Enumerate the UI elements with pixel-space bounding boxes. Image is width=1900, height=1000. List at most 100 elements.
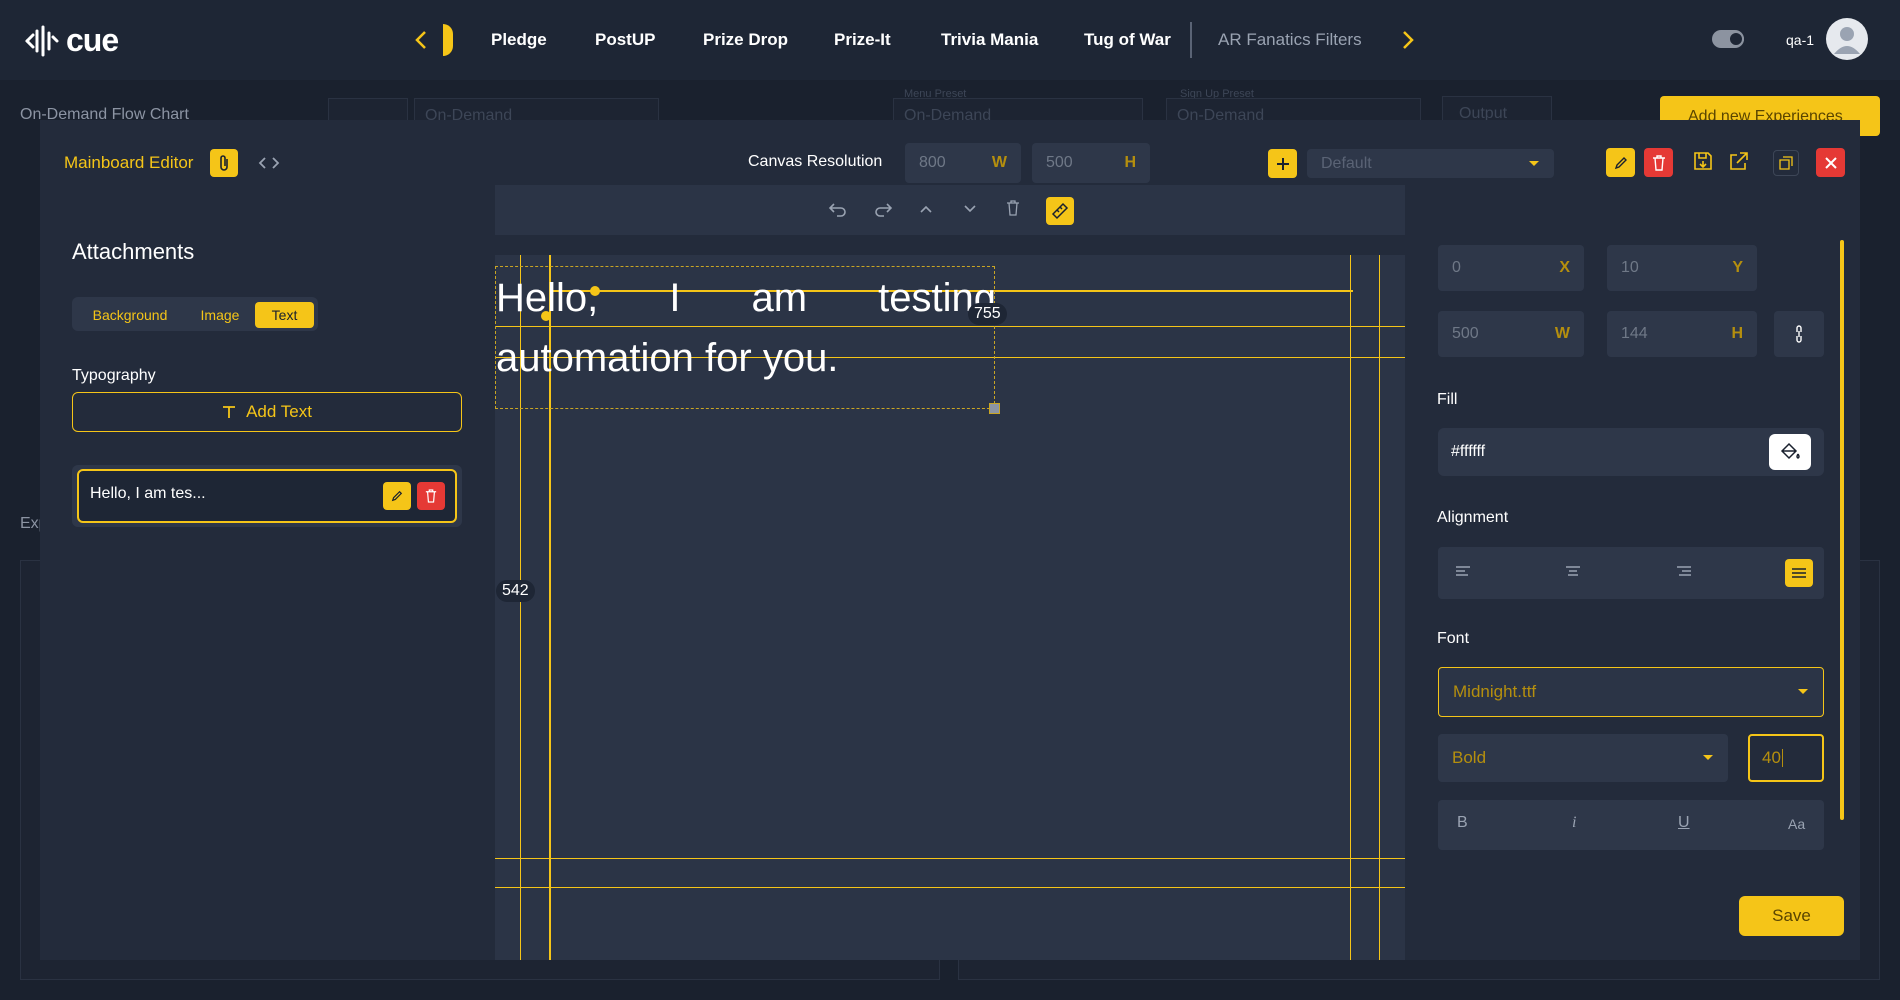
size-height-unit: H — [1731, 325, 1743, 342]
rotate-handle[interactable] — [590, 286, 600, 296]
code-view-button[interactable] — [258, 154, 280, 172]
align-center-icon — [1566, 566, 1580, 576]
anchor-handle[interactable] — [541, 311, 551, 321]
canvas-width-value: 800 — [919, 154, 946, 171]
user-avatar[interactable] — [1826, 18, 1868, 60]
close-icon — [1824, 156, 1837, 169]
position-y-input[interactable]: 10 Y — [1607, 245, 1757, 291]
add-preset-button[interactable] — [1268, 149, 1297, 178]
preset-select[interactable]: Default — [1307, 149, 1554, 178]
nav-item-tug-of-war[interactable]: Tug of War — [1084, 30, 1171, 50]
paint-bucket-icon — [1780, 442, 1800, 460]
pencil-icon — [391, 490, 403, 502]
aspect-lock-button[interactable] — [1774, 311, 1824, 357]
add-text-button[interactable]: Add Text — [72, 392, 462, 432]
ruler-icon — [1051, 202, 1069, 220]
redo-button[interactable] — [873, 199, 895, 221]
nav-item-pledge[interactable]: Pledge — [491, 30, 547, 50]
edit-button[interactable] — [1606, 148, 1635, 177]
ruler-toggle-button[interactable] — [1046, 197, 1074, 225]
guide-position-x-label: 755 — [968, 303, 1007, 325]
canvas-height-input[interactable]: 500 H — [1032, 143, 1150, 183]
user-name: qa-1 — [1786, 32, 1815, 48]
canvas-width-input[interactable]: 800 W — [905, 143, 1021, 183]
resize-handle[interactable] — [989, 403, 1000, 414]
trash-icon — [1007, 200, 1019, 216]
share-button[interactable] — [1728, 150, 1752, 174]
canvas-height-unit: H — [1124, 154, 1136, 171]
tab-text[interactable]: Text — [255, 302, 314, 328]
logo-text: cue — [66, 22, 119, 58]
font-size-input[interactable]: 40 — [1748, 734, 1824, 782]
canvas-height-value: 500 — [1046, 154, 1073, 171]
fill-color-input[interactable] — [1438, 428, 1824, 476]
text-cursor — [1781, 749, 1783, 767]
align-right-button[interactable] — [1676, 565, 1694, 581]
cue-logo[interactable]: cue — [24, 22, 119, 59]
size-height-input[interactable]: 144 H — [1607, 311, 1757, 357]
size-width-input[interactable]: 500 W — [1438, 311, 1584, 357]
font-family-value: Midnight.ttf — [1453, 682, 1537, 701]
font-family-select[interactable]: Midnight.ttf — [1438, 667, 1824, 717]
font-size-value: 40 — [1762, 748, 1781, 767]
tab-background[interactable]: Background — [80, 302, 180, 328]
close-button[interactable] — [1816, 148, 1845, 177]
canvas-width-unit: W — [991, 154, 1007, 171]
italic-button[interactable]: i — [1572, 814, 1576, 832]
minimize-button[interactable] — [1773, 150, 1799, 176]
align-left-button[interactable] — [1455, 565, 1473, 581]
position-x-unit: X — [1559, 259, 1570, 276]
text-case-button[interactable]: Aa — [1788, 816, 1805, 832]
font-label: Font — [1437, 630, 1470, 647]
underline-button[interactable]: U — [1678, 814, 1690, 832]
attachments-toggle-button[interactable] — [210, 149, 238, 177]
align-justify-button[interactable] — [1785, 559, 1813, 587]
size-height-value: 144 — [1621, 325, 1648, 342]
chevron-right-icon — [1403, 31, 1414, 49]
caret-down-icon — [1798, 689, 1808, 694]
nav-item-trivia-mania[interactable]: Trivia Mania — [941, 30, 1038, 50]
font-weight-select[interactable]: Bold — [1438, 734, 1728, 782]
move-layer-up-button[interactable] — [918, 201, 938, 219]
text-layer-label: Hello, I am tes... — [90, 485, 206, 502]
chevron-down-icon — [964, 205, 976, 213]
caret-down-icon — [1529, 160, 1539, 166]
add-text-label: Add Text — [246, 402, 312, 421]
guide-line-vertical — [1350, 255, 1351, 960]
save-button[interactable]: Save — [1739, 896, 1844, 936]
save-template-button[interactable] — [1692, 150, 1716, 174]
move-layer-down-button[interactable] — [962, 201, 982, 219]
position-y-value: 10 — [1621, 259, 1639, 276]
fill-color-picker[interactable] — [1769, 434, 1811, 470]
nav-prev-arrow[interactable] — [409, 26, 433, 54]
selection-box[interactable] — [495, 266, 995, 409]
canvas-resolution-label: Canvas Resolution — [748, 153, 883, 170]
delete-text-layer-button[interactable] — [417, 482, 445, 510]
align-left-icon — [1456, 566, 1470, 576]
guide-position-y-label: 542 — [496, 580, 535, 602]
chevron-left-icon — [415, 31, 426, 49]
nav-item-ar-fanatics-filters[interactable]: AR Fanatics Filters — [1218, 30, 1362, 50]
delete-button[interactable] — [1644, 148, 1673, 177]
theme-toggle-knob — [1728, 31, 1744, 47]
nav-next-arrow[interactable] — [1396, 26, 1420, 54]
window-restore-icon — [1779, 156, 1793, 170]
edit-text-layer-button[interactable] — [383, 482, 411, 510]
nav-item-prize-it[interactable]: Prize-It — [834, 30, 891, 50]
position-y-unit: Y — [1732, 259, 1743, 276]
delete-layer-button[interactable] — [1006, 200, 1024, 220]
save-file-icon — [1694, 152, 1712, 170]
tab-image[interactable]: Image — [190, 302, 250, 328]
position-x-value: 0 — [1452, 259, 1461, 276]
guide-line-vertical — [1379, 255, 1380, 960]
bold-button[interactable]: B — [1457, 814, 1468, 832]
alignment-group — [1438, 547, 1824, 599]
chevron-up-icon — [920, 205, 932, 213]
position-x-input[interactable]: 0 X — [1438, 245, 1584, 291]
undo-button[interactable] — [828, 199, 850, 221]
align-center-button[interactable] — [1565, 565, 1583, 581]
nav-item-prize-drop[interactable]: Prize Drop — [703, 30, 788, 50]
pencil-icon — [1614, 156, 1627, 169]
properties-scrollbar[interactable] — [1840, 240, 1844, 820]
nav-item-postup[interactable]: PostUP — [595, 30, 655, 50]
